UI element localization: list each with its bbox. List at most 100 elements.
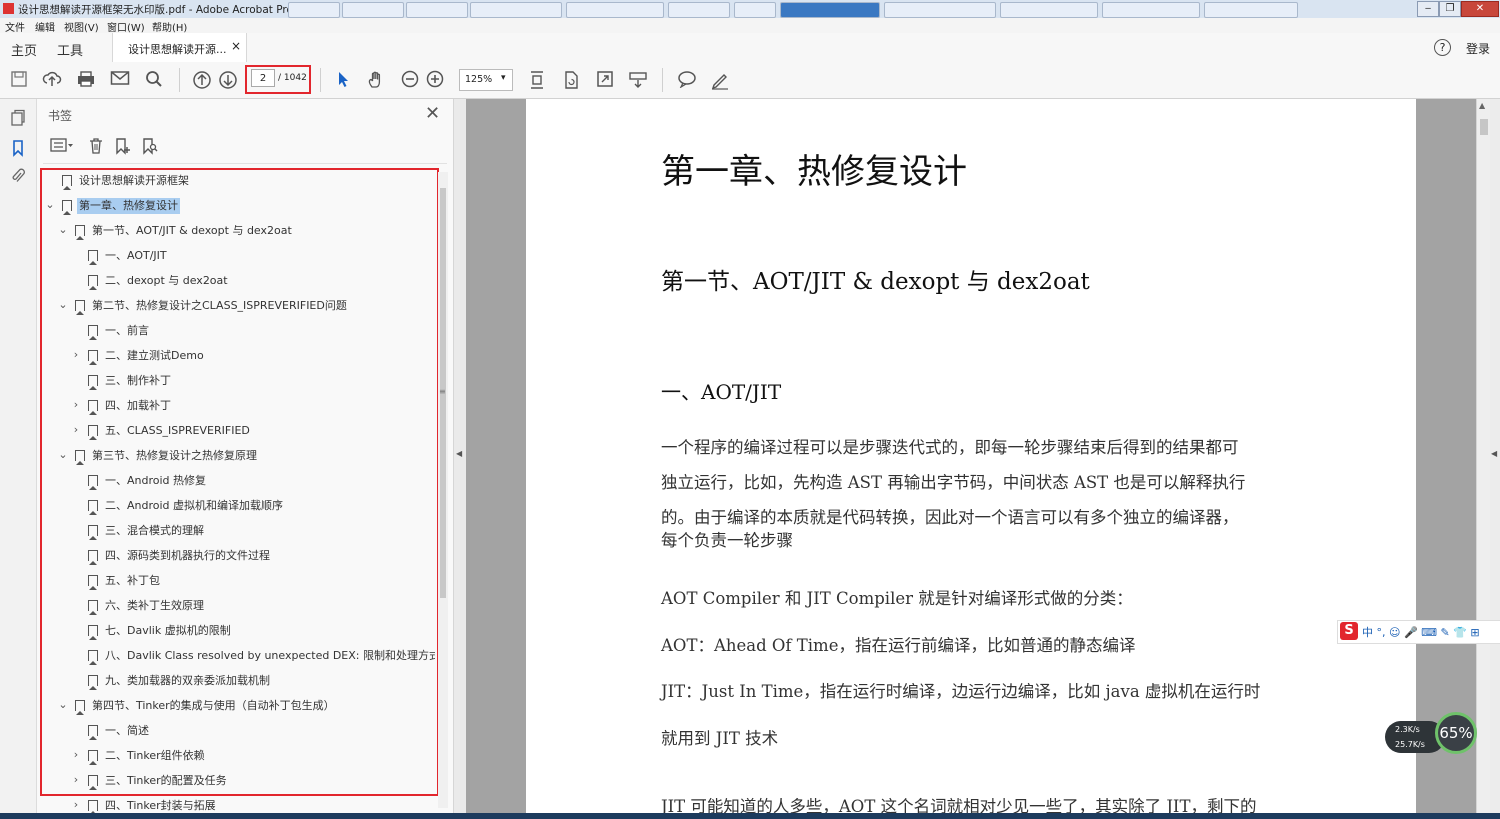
- new-bookmark-icon[interactable]: [113, 137, 133, 157]
- taskbar-thumb[interactable]: [1000, 2, 1098, 18]
- chapter-heading: 第一章、热修复设计: [661, 152, 967, 192]
- find-bookmark-icon[interactable]: [140, 137, 160, 157]
- collapse-left-icon[interactable]: ◀: [456, 449, 462, 458]
- section-heading: 第一节、AOT/JIT & dexopt 与 dex2oat: [661, 269, 1090, 295]
- email-icon[interactable]: [110, 70, 130, 90]
- bookmark-tree-highlight: [40, 168, 439, 796]
- taskbar-thumb[interactable]: [566, 2, 664, 18]
- maximize-button[interactable]: ❐: [1439, 1, 1461, 17]
- close-window-button[interactable]: ✕: [1461, 1, 1499, 17]
- bookmarks-icon[interactable]: [8, 139, 28, 159]
- scroll-up-icon[interactable]: ▲: [1479, 101, 1485, 110]
- sign-pen-icon[interactable]: [710, 70, 730, 90]
- taskbar-thumb[interactable]: [1102, 2, 1200, 18]
- close-panel-icon[interactable]: ✕: [425, 103, 440, 124]
- tab-bar: 主页 工具 设计思想解读开源... × ? 登录: [0, 33, 1500, 63]
- panel-divider: [43, 163, 447, 164]
- delete-bookmark-icon[interactable]: [86, 137, 106, 157]
- panel-splitter[interactable]: ◀: [453, 99, 467, 819]
- menu-file[interactable]: 文件: [5, 19, 25, 34]
- taskbar-thumb[interactable]: [1204, 2, 1298, 18]
- bookmark-icon: [88, 800, 98, 815]
- menu-edit[interactable]: 编辑: [35, 19, 55, 34]
- tab-tools[interactable]: 工具: [57, 40, 83, 59]
- ime-status-icons[interactable]: 中 °, ☺ 🎤 ⌨ ✎ 👕 ⊞: [1362, 624, 1480, 640]
- scrolling-mode-icon[interactable]: [527, 70, 547, 90]
- chevron-right-icon[interactable]: ›: [70, 798, 82, 811]
- help-icon[interactable]: ?: [1434, 39, 1451, 56]
- acrobat-app-icon: [3, 3, 14, 14]
- network-speed-widget[interactable]: 2.3K/s 25.7K/s 65%: [1385, 712, 1480, 760]
- pdf-page: 第一章、热修复设计 第一节、AOT/JIT & dexopt 与 dex2oat…: [526, 99, 1416, 819]
- windows-taskbar: [0, 813, 1500, 819]
- upload-speed: 2.3K/s: [1395, 725, 1420, 734]
- search-icon[interactable]: [144, 70, 164, 90]
- body-text-line: 一个程序的编译过程可以是步骤迭代式的，即每一轮步骤结束后得到的结果都可: [661, 438, 1239, 457]
- tab-home[interactable]: 主页: [11, 40, 37, 59]
- next-page-icon[interactable]: [218, 70, 238, 90]
- expand-right-pane-icon[interactable]: ◀: [1491, 449, 1497, 458]
- sogou-ime-logo[interactable]: S: [1340, 622, 1358, 640]
- body-text-line: AOT：Ahead Of Time，指在运行前编译，比如普通的静态编译: [661, 636, 1136, 655]
- taskbar-thumb[interactable]: [668, 2, 730, 18]
- bookmarks-scrollbar[interactable]: ≡: [438, 172, 448, 808]
- body-text-line: 就用到 JIT 技术: [661, 729, 779, 748]
- body-text-line: 的。由于编译的本质就是代码转换，因此对一个语言可以有多个独立的编译器，: [661, 508, 1239, 527]
- bookmarks-panel-title: 书签: [48, 109, 73, 123]
- zoom-out-icon[interactable]: [400, 70, 420, 90]
- window-title: 设计思想解读开源框架无水印版.pdf - Adobe Acrobat Pro D…: [18, 4, 312, 16]
- download-speed: 25.7K/s: [1395, 740, 1425, 749]
- hand-tool-icon[interactable]: [366, 70, 386, 90]
- scrollbar-grip-icon: ≡: [439, 387, 446, 396]
- body-text-line: JIT：Just In Time，指在运行时编译，边运行边编译，比如 java …: [661, 682, 1261, 701]
- menu-help[interactable]: 帮助(H): [152, 19, 187, 34]
- taskbar-thumb[interactable]: [470, 2, 562, 18]
- zoom-select[interactable]: 125% ▾: [459, 69, 513, 91]
- bookmark-label: 四、Tinker封装与拓展: [105, 799, 216, 812]
- right-pane-toggle[interactable]: ◀: [1490, 99, 1500, 819]
- document-tab-label: 设计思想解读开源...: [128, 43, 227, 56]
- subsection-heading: 一、AOT/JIT: [661, 380, 782, 404]
- attachments-icon[interactable]: [8, 167, 28, 187]
- tab-document[interactable]: 设计思想解读开源... ×: [112, 33, 247, 62]
- taskbar-thumb[interactable]: [884, 2, 996, 18]
- taskbar-thumb[interactable]: [406, 2, 468, 18]
- print-icon[interactable]: [76, 70, 96, 90]
- comment-icon[interactable]: [677, 70, 697, 90]
- menu-window[interactable]: 窗口(W): [107, 19, 145, 34]
- body-text-line: 独立运行，比如，先构造 AST 再输出字节码，中间状态 AST 也是可以解释执行: [661, 473, 1246, 492]
- taskbar-thumb-active[interactable]: [780, 2, 880, 18]
- page-total-label: / 1042: [278, 73, 307, 83]
- menu-view[interactable]: 视图(V): [64, 19, 99, 34]
- ime-toolbar[interactable]: S 中 °, ☺ 🎤 ⌨ ✎ 👕 ⊞: [1337, 620, 1500, 644]
- close-tab-icon[interactable]: ×: [231, 39, 241, 53]
- title-bar: 设计思想解读开源框架无水印版.pdf - Adobe Acrobat Pro D…: [0, 0, 1500, 19]
- page-number-input[interactable]: 2: [251, 69, 275, 87]
- chevron-down-icon: ▾: [501, 73, 506, 83]
- taskbar-thumb[interactable]: [342, 2, 404, 18]
- rotate-page-icon[interactable]: [561, 70, 581, 90]
- page-thumbnails-icon[interactable]: [8, 109, 28, 129]
- toolbar-divider: [662, 68, 663, 92]
- full-screen-icon[interactable]: [595, 70, 615, 90]
- body-text-line: AOT Compiler 和 JIT Compiler 就是针对编译形式做的分类…: [661, 589, 1133, 608]
- usage-gauge: 65%: [1435, 712, 1477, 754]
- bookmark-options-icon[interactable]: [49, 137, 75, 157]
- taskbar-thumb[interactable]: [734, 2, 776, 18]
- cloud-upload-icon[interactable]: [42, 70, 62, 90]
- save-icon[interactable]: [9, 70, 29, 90]
- login-link[interactable]: 登录: [1466, 40, 1490, 57]
- read-mode-icon[interactable]: [628, 70, 648, 90]
- taskbar-thumb[interactable]: [288, 2, 340, 18]
- zoom-in-icon[interactable]: [425, 70, 445, 90]
- select-cursor-icon[interactable]: [333, 70, 353, 90]
- toolbar-divider: [179, 68, 180, 92]
- minimize-button[interactable]: ‒: [1417, 1, 1439, 17]
- document-scrollbar[interactable]: ▲: [1476, 99, 1491, 819]
- previous-page-icon[interactable]: [192, 70, 212, 90]
- document-view: 第一章、热修复设计 第一节、AOT/JIT & dexopt 与 dex2oat…: [466, 99, 1490, 819]
- navigation-rail: [0, 99, 37, 819]
- menu-bar: 文件 编辑 视图(V) 窗口(W) 帮助(H): [0, 18, 1500, 34]
- scrollbar-thumb[interactable]: [1480, 119, 1488, 135]
- body-text-line: 每个负责一轮步骤: [661, 531, 793, 550]
